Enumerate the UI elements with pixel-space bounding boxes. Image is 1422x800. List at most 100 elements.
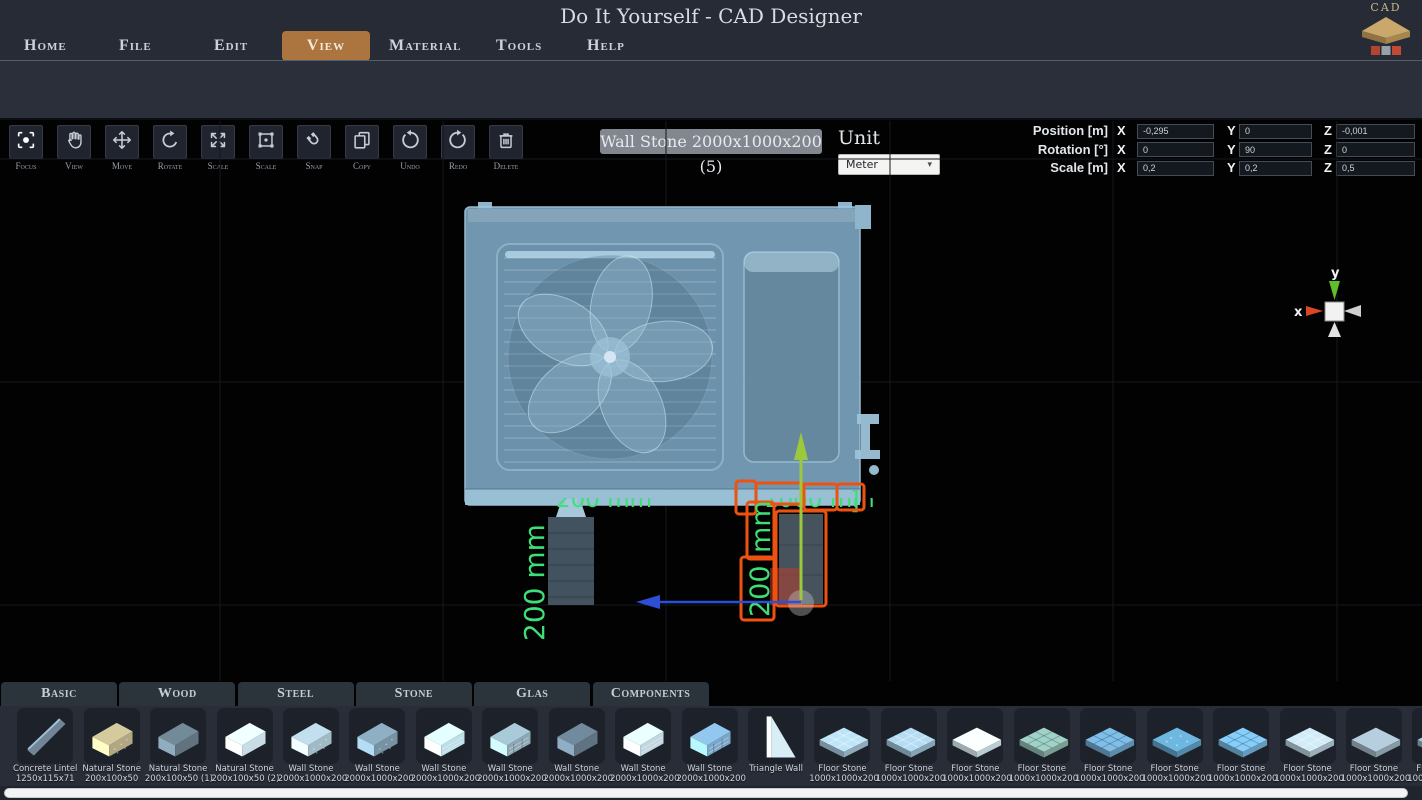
menu-item-edit[interactable]: Edit xyxy=(214,32,248,60)
material-item-12[interactable]: Floor Stone1000x1000x200 xyxy=(809,706,875,784)
material-item-14[interactable]: Floor Stone1000x1000x200 xyxy=(942,706,1008,784)
material-thumbnail xyxy=(17,708,73,764)
material-item-19[interactable]: Floor Stone1000x1000x200 xyxy=(1274,706,1340,784)
material-item-2[interactable]: Natural Stone200x100x50 (1) xyxy=(145,706,211,784)
menu-item-material[interactable]: Material xyxy=(389,32,461,60)
material-item-9[interactable]: Wall Stone2000x1000x200 xyxy=(610,706,676,784)
material-thumbnail xyxy=(217,708,273,764)
material-item-15[interactable]: Floor Stone1000x1000x200 xyxy=(1009,706,1075,784)
material-item-21[interactable]: Floor Stone1000x1000x200 xyxy=(1407,706,1422,784)
material-item-4[interactable]: Wall Stone2000x1000x200 xyxy=(278,706,344,784)
material-thumbnail xyxy=(416,708,472,764)
gizmo-x-cone[interactable] xyxy=(1306,306,1323,316)
material-label-line2: 1000x1000x200 xyxy=(1009,775,1075,785)
tab-basic[interactable]: Basic xyxy=(1,682,117,706)
material-thumbnail xyxy=(881,708,937,764)
material-label-line2: 1000x1000x200 xyxy=(1341,775,1407,785)
material-item-7[interactable]: Wall Stone2000x1000x200 xyxy=(477,706,543,784)
material-thumbnail xyxy=(1213,708,1269,764)
material-thumbnail xyxy=(283,708,339,764)
title-bar: Do It Yourself - CAD Designer Home File Ed… xyxy=(0,0,1422,60)
material-label-line2: 200x100x50 (1) xyxy=(145,775,211,785)
material-item-1[interactable]: Natural Stone200x100x50 xyxy=(78,706,144,784)
material-thumbnail xyxy=(1346,708,1402,764)
material-thumbnail xyxy=(615,708,671,764)
menu-item-file[interactable]: File xyxy=(119,32,152,60)
material-label-line2: 1000x1000x200 xyxy=(1274,775,1340,785)
material-label-line2: 1000x1000x200 xyxy=(1141,775,1207,785)
tab-components[interactable]: Components xyxy=(593,682,709,706)
material-label-line2: 1250x115x71 xyxy=(12,775,78,785)
material-label-line2: 2000x1000x200 xyxy=(477,775,543,785)
material-item-16[interactable]: Floor Stone1000x1000x200 xyxy=(1075,706,1141,784)
material-label-line2: 1000x1000x200 xyxy=(1075,775,1141,785)
material-thumbnail xyxy=(349,708,405,764)
material-item-10[interactable]: Wall Stone2000x1000x200 xyxy=(676,706,742,784)
material-thumbnail xyxy=(947,708,1003,764)
material-item-3[interactable]: Natural Stone200x100x50 (2) xyxy=(211,706,277,784)
material-label-line2: 1000x1000x200 xyxy=(1407,775,1422,785)
material-list: Concrete Lintel1250x115x71Natural Stone2… xyxy=(0,706,1422,786)
material-thumbnail xyxy=(150,708,206,764)
menu-item-view[interactable]: View xyxy=(282,31,370,61)
material-thumbnail xyxy=(1014,708,1070,764)
material-thumbnail xyxy=(1412,708,1422,764)
material-item-17[interactable]: Floor Stone1000x1000x200 xyxy=(1141,706,1207,784)
app-logo: CAD xyxy=(1354,1,1418,59)
material-thumbnail xyxy=(682,708,738,764)
gizmo-right-cone[interactable] xyxy=(1344,305,1361,317)
material-thumbnail xyxy=(814,708,870,764)
gizmo-y-cone[interactable] xyxy=(1329,281,1340,300)
material-label-line2: 2000x1000x200 xyxy=(544,775,610,785)
dimension-label-right-unit: mm xyxy=(746,500,777,553)
material-item-18[interactable]: Floor Stone1000x1000x200 xyxy=(1208,706,1274,784)
material-thumbnail xyxy=(1080,708,1136,764)
material-item-13[interactable]: Floor Stone1000x1000x200 xyxy=(876,706,942,784)
orientation-gizmo[interactable]: y x xyxy=(1294,266,1361,337)
dimension-label-right-value: 200 xyxy=(745,565,776,617)
material-item-0[interactable]: Concrete Lintel1250x115x71 xyxy=(12,706,78,784)
viewport-canvas[interactable]: 200 mm 1000 mm ] 200 mm 200 mm xyxy=(0,120,1422,682)
material-label-line2: 1000x1000x200 xyxy=(1208,775,1274,785)
window-title: Do It Yourself - CAD Designer xyxy=(0,4,1422,28)
tab-glas[interactable]: Glas xyxy=(474,682,590,706)
tab-stone[interactable]: Stone xyxy=(356,682,472,706)
menu-item-home[interactable]: Home xyxy=(24,32,67,60)
menu-item-help[interactable]: Help xyxy=(587,32,625,60)
app-logo-text: CAD xyxy=(1354,1,1418,14)
material-item-5[interactable]: Wall Stone2000x1000x200 xyxy=(344,706,410,784)
menu-bar: Home File Edit View Material Tools Help xyxy=(0,32,1422,60)
material-label-line2: 2000x1000x200 xyxy=(344,775,410,785)
material-item-8[interactable]: Wall Stone2000x1000x200 xyxy=(544,706,610,784)
app-logo-house-icon xyxy=(1356,14,1416,56)
material-item-11[interactable]: Triangle Wall xyxy=(743,706,809,784)
material-item-6[interactable]: Wall Stone2000x1000x200 xyxy=(411,706,477,784)
material-label-line2: 200x100x50 (2) xyxy=(211,775,277,785)
material-label-line2: 2000x1000x200 xyxy=(278,775,344,785)
cad-designer-window: Do It Yourself - CAD Designer Home File Ed… xyxy=(0,0,1422,800)
material-category-tabs: BasicWoodSteelStoneGlasComponents xyxy=(0,682,712,706)
material-scrollbar[interactable] xyxy=(0,786,1422,800)
material-thumbnail xyxy=(748,708,804,764)
material-label-line2: 1000x1000x200 xyxy=(876,775,942,785)
menu-item-tools[interactable]: Tools xyxy=(496,32,542,60)
material-label-line2: 2000x1000x200 xyxy=(676,775,742,785)
wall-stone-block-left[interactable] xyxy=(548,517,594,605)
material-thumbnail xyxy=(1280,708,1336,764)
material-label-line1: Triangle Wall xyxy=(743,765,809,775)
tab-wood[interactable]: Wood xyxy=(119,682,235,706)
tab-steel[interactable]: Steel xyxy=(238,682,354,706)
gizmo-x-label: x xyxy=(1294,305,1303,320)
material-label-line2: 2000x1000x200 xyxy=(610,775,676,785)
material-label-line2: 1000x1000x200 xyxy=(809,775,875,785)
material-label-line2: 2000x1000x200 xyxy=(411,775,477,785)
dimension-label-left: 200 mm xyxy=(518,524,551,641)
material-thumbnail xyxy=(1147,708,1203,764)
material-thumbnail xyxy=(482,708,538,764)
ac-unit-blueprint[interactable] xyxy=(465,202,880,505)
gizmo-bottom-cone[interactable] xyxy=(1328,322,1341,337)
material-scrollbar-thumb[interactable] xyxy=(4,788,1408,798)
gizmo-cube[interactable] xyxy=(1325,302,1344,321)
material-item-20[interactable]: Floor Stone1000x1000x200 xyxy=(1341,706,1407,784)
material-label-line2: 1000x1000x200 xyxy=(942,775,1008,785)
